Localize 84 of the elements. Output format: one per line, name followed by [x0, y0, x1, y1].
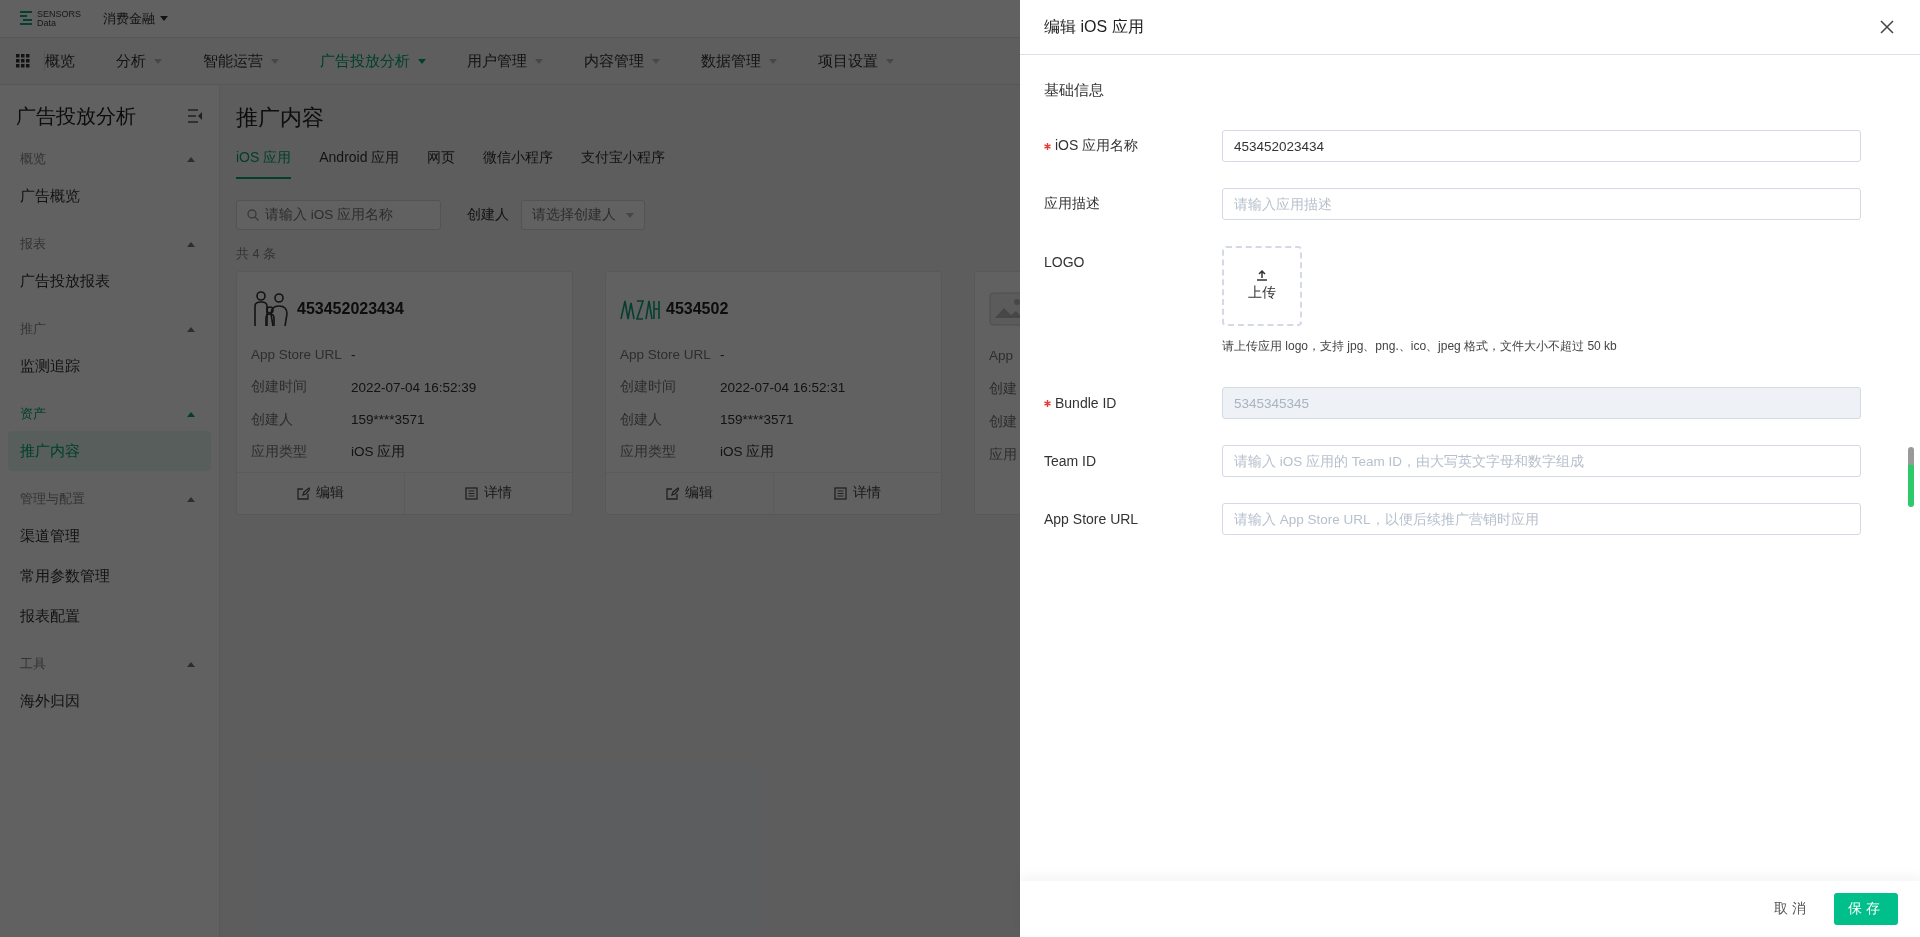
caret-icon — [160, 16, 168, 21]
filter-label: 创建人 — [467, 206, 509, 224]
tab[interactable]: 网页 — [427, 149, 456, 179]
caret-icon — [535, 58, 543, 64]
collapse-icon[interactable] — [187, 109, 203, 123]
search-icon — [247, 209, 259, 221]
caret-icon — [652, 58, 660, 64]
close-button[interactable] — [1878, 18, 1896, 36]
sidebar-item[interactable]: 渠道管理 — [8, 516, 211, 556]
caret-icon — [187, 497, 195, 502]
apps-grid-icon[interactable] — [16, 54, 30, 68]
field-value: 2022-07-04 16:52:39 — [351, 379, 477, 395]
sidebar-item[interactable]: 广告概览 — [8, 176, 211, 216]
caret-icon — [418, 58, 426, 64]
project-switcher[interactable]: 消费金融 — [103, 9, 168, 28]
nav-item[interactable]: 数据管理 — [701, 38, 777, 84]
sidebar-item[interactable]: 推广内容 — [8, 431, 211, 471]
logo-text: Data — [37, 18, 57, 28]
text-field[interactable]: 请输入 App Store URL，以便后续推广营销时应用 — [1222, 503, 1861, 535]
sidebar-item[interactable]: 海外归因 — [8, 681, 211, 721]
caret-icon — [769, 58, 777, 64]
nav-item[interactable]: 项目设置 — [818, 38, 894, 84]
field-value: 2022-07-04 16:52:31 — [720, 379, 846, 395]
field-label: App Store URL — [1044, 511, 1139, 527]
logo-icon — [18, 9, 34, 28]
caret-icon — [187, 157, 195, 162]
document-icon — [834, 486, 847, 500]
caret-icon — [154, 58, 162, 64]
drawer-title: 编辑 iOS 应用 — [1044, 16, 1144, 37]
field-value: 159****3571 — [351, 412, 425, 428]
caret-icon — [626, 212, 634, 218]
field-value: iOS 应用 — [720, 443, 775, 462]
app-name: 4534502 — [666, 299, 729, 318]
field-value: - — [351, 347, 356, 363]
tab[interactable]: 支付宝小程序 — [581, 149, 666, 179]
scrollbar-thumb[interactable] — [1908, 447, 1914, 507]
nav-item[interactable]: 用户管理 — [467, 38, 543, 84]
upload-icon — [1256, 270, 1268, 281]
section-title: 基础信息 — [1044, 81, 1105, 100]
sidebar-title: 广告投放分析 — [16, 103, 136, 129]
nav-item[interactable]: 广告投放分析 — [320, 38, 426, 84]
sidebar-item[interactable]: 广告投放报表 — [8, 261, 211, 301]
save-button[interactable]: 保存 — [1834, 893, 1898, 925]
family-icon — [251, 289, 291, 328]
details-button[interactable]: 详情 — [404, 472, 572, 515]
sidebar-item[interactable]: 报表配置 — [8, 596, 211, 636]
caret-icon — [187, 242, 195, 247]
caret-icon — [271, 58, 279, 64]
nav-item[interactable]: 内容管理 — [584, 38, 660, 84]
nav-item[interactable]: 智能运营 — [203, 38, 279, 84]
caret-icon — [886, 58, 894, 64]
field-value: 159****3571 — [720, 412, 794, 428]
caret-icon — [187, 412, 195, 417]
document-icon — [465, 486, 478, 500]
sidebar-group[interactable]: 资产 — [0, 398, 219, 431]
page-title: 推广内容 — [236, 104, 325, 132]
caret-icon — [187, 327, 195, 332]
field-label: LOGO — [1044, 254, 1085, 270]
sidebar-item[interactable]: 监测追踪 — [8, 346, 211, 386]
field-label: iOS 应用名称 — [1055, 137, 1139, 155]
field-label: Bundle ID — [1055, 395, 1117, 411]
sidebar-item[interactable]: 常用参数管理 — [8, 556, 211, 596]
details-button[interactable]: 详情 — [773, 472, 941, 515]
tab[interactable]: Android 应用 — [319, 149, 400, 179]
tab[interactable]: iOS 应用 — [236, 149, 292, 179]
app-name: 453452023434 — [297, 299, 404, 318]
tab[interactable]: 微信小程序 — [483, 149, 554, 179]
edit-button[interactable]: 编辑 — [606, 472, 773, 515]
edit-icon — [297, 486, 310, 500]
nav-item[interactable]: 概览 — [45, 38, 75, 84]
text-field[interactable]: 请输入 iOS 应用的 Team ID，由大写英文字母和数字组成 — [1222, 445, 1861, 477]
logo-text: SENSORS — [37, 9, 81, 19]
nav-item[interactable]: 分析 — [116, 38, 162, 84]
upload-hint: 请上传应用 logo，支持 jpg、png.、ico、jpeg 格式，文件大小不超过 50 kb — [1222, 338, 1617, 355]
field-value: iOS 应用 — [351, 443, 406, 462]
edit-icon — [666, 486, 679, 500]
upload-button[interactable]: 上传 — [1222, 246, 1302, 326]
field-value: - — [720, 347, 725, 363]
edit-button[interactable]: 编辑 — [237, 472, 404, 515]
text-field[interactable]: 453452023434 — [1222, 130, 1861, 162]
caret-icon — [187, 662, 195, 667]
field-label: 应用描述 — [1044, 195, 1100, 213]
text-field[interactable]: 请输入应用描述 — [1222, 188, 1861, 220]
field-label: Team ID — [1044, 453, 1097, 469]
